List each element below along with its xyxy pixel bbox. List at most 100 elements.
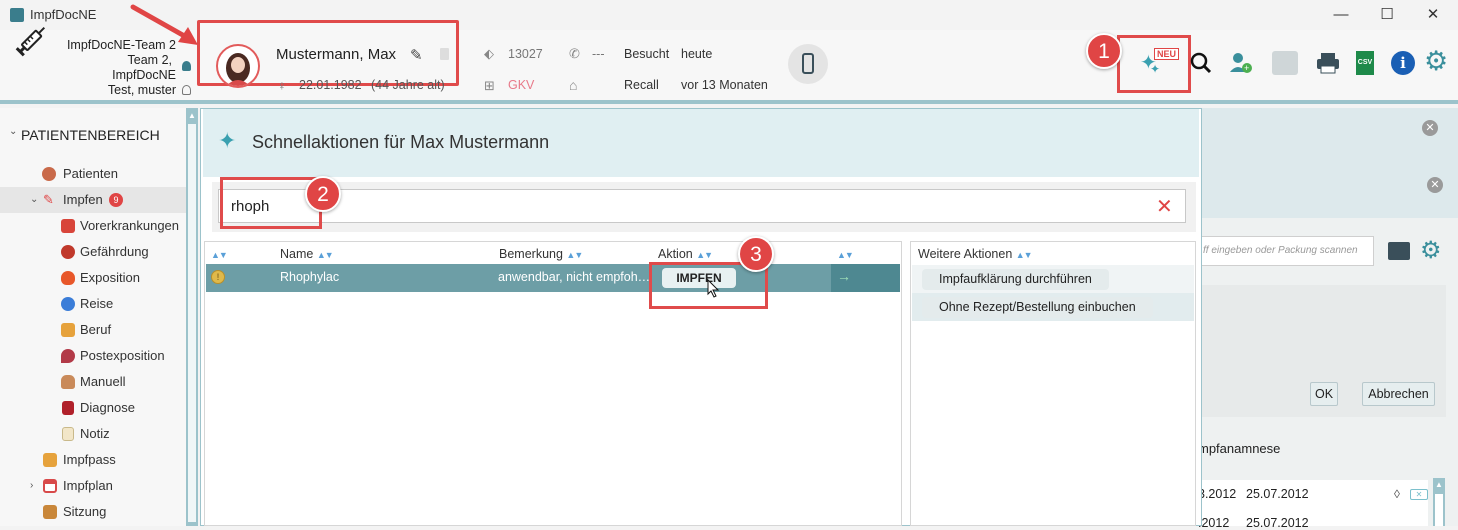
dialog-title: Schnellaktionen für Max Mustermann <box>252 132 550 152</box>
panel-scrollbar[interactable]: ▲ <box>1433 478 1445 526</box>
printer-icon[interactable] <box>1316 52 1340 74</box>
patients-icon <box>42 167 56 181</box>
sidebar-section-title: PATIENTENBEREICH <box>21 127 160 143</box>
column-header-name[interactable]: Name ▲▼ <box>280 247 334 261</box>
quick-search-input[interactable] <box>218 189 1186 223</box>
sparkle-dialog-icon: ✦ <box>218 128 237 153</box>
panel-gear-icon[interactable]: ⚙ <box>1420 236 1442 265</box>
sidebar-item-manuell[interactable]: Manuell <box>0 369 186 395</box>
syringe-icon: ✎ <box>43 192 54 207</box>
syringe-logo-icon <box>15 26 46 57</box>
close-button[interactable]: ✕ <box>1410 2 1456 28</box>
red-arrow-annotation-icon <box>130 4 198 45</box>
arrow-right-icon[interactable]: → <box>837 268 851 284</box>
visited-value: heute <box>681 47 713 61</box>
home-icon: ⌂ <box>569 77 578 93</box>
maximize-button[interactable]: ☐ <box>1364 2 1410 28</box>
sidebar-item-patienten[interactable]: Patienten <box>0 161 186 187</box>
sidebar-item-impfen[interactable]: ⌄ ✎ Impfen 9 <box>0 187 186 213</box>
patient-age: (44 Jahre alt) <box>371 78 445 92</box>
team-line-2: Team 2, <box>127 53 172 67</box>
sidebar-item-beruf[interactable]: Beruf <box>0 317 186 343</box>
globe-icon <box>61 297 75 311</box>
user-icon <box>182 61 191 71</box>
book-icon <box>62 401 74 415</box>
team-line-4: Test, muster <box>107 83 176 97</box>
sidebar-item-gefaehrdung[interactable]: Gefährdung <box>0 239 186 265</box>
scan-folder-icon[interactable] <box>1388 242 1410 260</box>
aufklaerung-button[interactable]: Impfaufklärung durchführen <box>922 269 1109 290</box>
info-icon[interactable]: i <box>1391 51 1415 75</box>
team-line-3: ImpfDocNE <box>112 68 176 82</box>
panel-close-icon-2[interactable]: ✕ <box>1427 177 1443 193</box>
sidebar-item-exposition[interactable]: Exposition <box>0 265 186 291</box>
patient-name: Mustermann, Max <box>276 46 397 63</box>
patient-phone: --- <box>592 47 605 61</box>
impfanamnese-section: mpfanamnese <box>1198 441 1281 456</box>
tag-icon: ⬖ <box>484 46 494 61</box>
scroll-thumb[interactable] <box>188 124 196 522</box>
panel-scroll-up-icon[interactable]: ▲ <box>1435 480 1443 489</box>
sidebar-item-notiz[interactable]: Notiz <box>0 421 186 447</box>
package-search-input[interactable]: ff eingeben oder Packung scannen <box>1200 236 1374 266</box>
callout-2: 2 <box>305 176 341 212</box>
visited-label: Besucht <box>624 47 670 61</box>
mobile-button[interactable] <box>788 44 828 84</box>
note-icon <box>62 427 74 441</box>
ok-button[interactable]: OK <box>1310 382 1338 406</box>
sidebar-item-impfpass[interactable]: Impfpass <box>0 447 186 473</box>
medkit-icon: ⊞ <box>484 78 495 93</box>
warning-status-icon: ! <box>211 270 225 284</box>
insurance-type: GKV <box>508 78 535 92</box>
cancel-button[interactable]: Abbrechen <box>1362 382 1435 406</box>
shield-icon <box>61 349 75 363</box>
status-column-sort[interactable]: ▲▼ <box>211 247 228 261</box>
row-name: Rhophylac <box>280 270 340 284</box>
svg-text:+: + <box>1244 63 1249 73</box>
female-icon: ♀ <box>277 78 287 93</box>
panel-close-icon[interactable]: ✕ <box>1422 120 1438 136</box>
sidebar-item-vorerkrankungen[interactable]: Vorerkrankungen <box>0 213 186 239</box>
expand-chevron-icon: ⌄ <box>30 194 39 205</box>
tools-icon <box>61 323 75 337</box>
delete-tag-icon[interactable]: ✕ <box>1410 489 1428 500</box>
history-date-2a: .2012 <box>1198 516 1230 530</box>
sidebar-item-postexposition[interactable]: Postexposition <box>0 343 186 369</box>
clear-search-icon[interactable]: ✕ <box>1156 194 1173 219</box>
briefcase-icon <box>43 505 57 519</box>
panel-scroll-thumb[interactable] <box>1435 494 1443 526</box>
copy-documents-icon[interactable] <box>1272 51 1298 75</box>
add-patient-icon[interactable]: + <box>1228 50 1254 76</box>
edit-pencil-icon[interactable]: ✎ <box>410 46 423 64</box>
collapse-chevron-icon[interactable]: ⌄ <box>9 126 17 137</box>
recall-value: vor 13 Monaten <box>681 78 768 92</box>
more-actions-header[interactable]: Weitere Aktionen ▲▼ <box>918 247 1033 261</box>
history-date-2b: 25.07.2012 <box>1246 516 1309 530</box>
user-outline-icon <box>182 85 191 95</box>
recall-label: Recall <box>624 78 659 92</box>
drop-icon: ◊ <box>1394 487 1400 501</box>
hand-icon <box>61 375 75 389</box>
virus-icon <box>61 245 75 259</box>
card-icon <box>440 48 449 60</box>
history-date-1a: 3.2012 <box>1198 487 1237 501</box>
gear-icon[interactable]: ⚙ <box>1424 46 1448 77</box>
scroll-up-icon[interactable]: ▲ <box>188 111 196 120</box>
search-icon[interactable] <box>1190 52 1212 74</box>
sidebar-scrollbar[interactable]: ▲ <box>186 108 198 526</box>
einbuchen-button[interactable]: Ohne Rezept/Bestellung einbuchen <box>922 297 1153 318</box>
calendar-icon <box>43 479 57 493</box>
column-header-action[interactable]: Aktion ▲▼ <box>658 247 713 261</box>
csv-export-icon[interactable]: CSV <box>1356 51 1374 75</box>
callout-3: 3 <box>738 236 774 272</box>
sidebar-item-sitzung[interactable]: Sitzung <box>0 499 186 525</box>
sidebar-item-impfplan[interactable]: › Impfplan <box>0 473 186 499</box>
sidebar-item-diagnose[interactable]: Diagnose <box>0 395 186 421</box>
minimize-button[interactable]: — <box>1318 2 1364 28</box>
arrow-column-sort[interactable]: ▲▼ <box>837 247 854 261</box>
row-remark: anwendbar, nicht empfoh… <box>498 270 651 284</box>
column-header-remark[interactable]: Bemerkung ▲▼ <box>499 247 583 261</box>
sidebar-item-reise[interactable]: Reise <box>0 291 186 317</box>
impfen-count-badge: 9 <box>109 193 123 207</box>
sparkle-small-icon: ✦ <box>1150 62 1161 76</box>
